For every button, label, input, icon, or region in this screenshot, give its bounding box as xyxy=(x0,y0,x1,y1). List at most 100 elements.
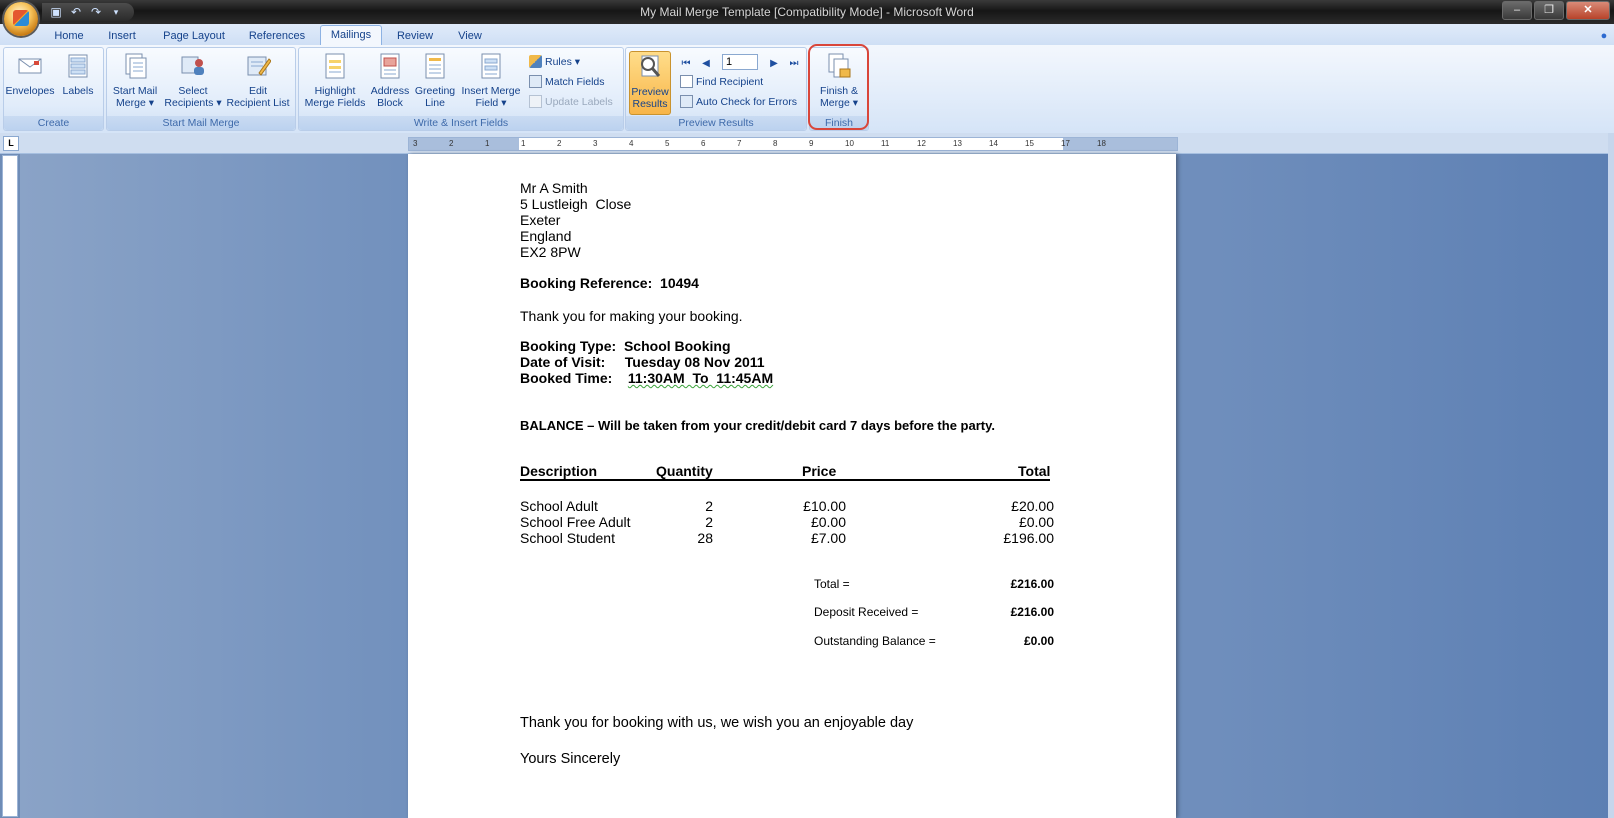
row-quantity: 28 xyxy=(697,530,713,546)
minimize-button[interactable]: – xyxy=(1502,1,1532,20)
document-page[interactable]: Mr A Smith 5 Lustleigh Close Exeter Engl… xyxy=(408,154,1176,818)
tab-view[interactable]: View xyxy=(449,27,491,45)
group-label-finish: Finish xyxy=(810,116,868,130)
ruler-number: 6 xyxy=(701,139,706,148)
labels-icon xyxy=(68,54,88,78)
balance-notice: BALANCE – Will be taken from your credit… xyxy=(520,418,995,433)
quick-access-toolbar: ▣ ↶ ↷ ▾ xyxy=(42,3,134,21)
select-recipients-button[interactable]: Select Recipients ▾ xyxy=(161,51,225,109)
tab-mailings[interactable]: Mailings xyxy=(320,25,382,46)
rules-button[interactable]: Rules ▾ xyxy=(529,54,580,70)
rules-label: Rules ▾ xyxy=(545,56,581,68)
edit-recipient-list-label-1: Edit xyxy=(248,85,268,97)
save-icon[interactable]: ▣ xyxy=(48,4,64,20)
group-label-create: Create xyxy=(4,116,103,130)
finish-merge-label-2: Merge ▾ xyxy=(820,97,858,109)
ruler-number: 17 xyxy=(1061,139,1070,148)
next-record-icon[interactable]: ▶ xyxy=(766,56,782,72)
ruler-number: 11 xyxy=(881,139,890,148)
highlight-merge-fields-label-1: Highlight xyxy=(314,85,356,97)
address-block-label-1: Address xyxy=(370,85,410,97)
labels-button[interactable]: Labels xyxy=(54,51,102,97)
ruler-number: 10 xyxy=(845,139,854,148)
vertical-ruler[interactable] xyxy=(2,155,18,817)
tab-home[interactable]: Home xyxy=(48,27,90,45)
horizontal-ruler[interactable]: 3 2 1 1 2 3 4 5 6 7 8 9 10 11 12 13 14 15 17 18 xyxy=(408,137,1178,151)
row-total: £0.00 xyxy=(1018,514,1054,530)
insert-merge-field-label-2: Field ▾ xyxy=(475,97,507,109)
update-labels-button[interactable]: Update Labels xyxy=(529,94,613,110)
greeting-line-button[interactable]: Greeting Line xyxy=(411,51,459,109)
row-description: School Free Adult xyxy=(520,514,631,530)
row-total: £20.00 xyxy=(1011,498,1054,514)
ruler-number: 3 xyxy=(413,139,418,148)
deposit-value: £216.00 xyxy=(1010,605,1054,619)
finish-merge-button[interactable]: Finish & Merge ▾ xyxy=(811,51,867,109)
greeting-line-label-1: Greeting xyxy=(414,85,456,97)
row-quantity: 2 xyxy=(705,498,713,514)
vertical-scrollbar[interactable] xyxy=(1608,133,1614,818)
restore-button[interactable]: ❐ xyxy=(1534,1,1564,20)
rules-icon xyxy=(529,55,542,68)
edit-recipient-list-button[interactable]: Edit Recipient List xyxy=(223,51,293,109)
edit-recipient-list-label-2: Recipient List xyxy=(226,97,290,109)
match-fields-icon xyxy=(529,75,542,88)
last-record-icon[interactable]: ⏭ xyxy=(786,56,802,72)
preview-results-label-2: Results xyxy=(632,98,668,110)
redo-icon[interactable]: ↷ xyxy=(88,4,104,20)
record-number-input[interactable] xyxy=(722,54,758,70)
start-mail-merge-button[interactable]: Start Mail Merge ▾ xyxy=(107,51,163,109)
highlight-merge-fields-button[interactable]: Highlight Merge Fields xyxy=(301,51,369,109)
tab-selector[interactable]: L xyxy=(3,136,19,151)
address-line-name: Mr A Smith xyxy=(520,180,588,196)
find-recipient-button[interactable]: Find Recipient xyxy=(680,74,763,90)
find-recipient-label: Find Recipient xyxy=(696,76,764,88)
ruler-number: 5 xyxy=(665,139,670,148)
preview-results-label-1: Preview xyxy=(631,86,669,98)
tab-references[interactable]: References xyxy=(244,27,310,45)
address-line-street: 5 Lustleigh Close xyxy=(520,196,632,212)
help-icon[interactable]: ● xyxy=(1598,27,1610,45)
close-button[interactable]: ✕ xyxy=(1566,1,1610,20)
group-create: Envelopes Labels Create xyxy=(3,47,104,131)
edit-recipient-list-icon xyxy=(247,56,271,76)
group-preview-results: Preview Results ⏮ ◀ ▶ ⏭ Find Recipient A… xyxy=(625,47,807,131)
start-mail-merge-icon xyxy=(125,53,147,79)
ruler-number: 13 xyxy=(953,139,962,148)
tab-insert[interactable]: Insert xyxy=(100,27,144,45)
ribbon: Envelopes Labels Create Start Mail Merge… xyxy=(0,45,1614,134)
group-label-write-insert-fields: Write & Insert Fields xyxy=(299,116,623,130)
table-header-description: Description xyxy=(520,463,598,479)
preview-results-button[interactable]: Preview Results xyxy=(629,51,671,115)
booking-type: Booking Type: School Booking xyxy=(520,338,731,354)
row-price: £7.00 xyxy=(810,530,846,546)
match-fields-button[interactable]: Match Fields xyxy=(529,74,605,90)
ruler-number: 7 xyxy=(737,139,742,148)
outstanding-value: £0.00 xyxy=(1023,634,1054,648)
envelopes-button[interactable]: Envelopes xyxy=(4,51,56,97)
office-button[interactable] xyxy=(4,2,38,36)
customize-qat-icon[interactable]: ▾ xyxy=(108,4,124,20)
select-recipients-label-1: Select xyxy=(178,85,208,97)
envelopes-label: Envelopes xyxy=(5,85,55,97)
greeting-line-label-2: Line xyxy=(425,97,445,109)
row-quantity: 2 xyxy=(705,514,713,530)
group-label-preview-results: Preview Results xyxy=(626,116,806,130)
first-record-icon[interactable]: ⏮ xyxy=(678,56,694,72)
ruler-number: 1 xyxy=(485,139,490,148)
address-line-city: Exeter xyxy=(520,212,561,228)
ruler-number: 14 xyxy=(989,139,998,148)
undo-icon[interactable]: ↶ xyxy=(68,4,84,20)
tab-page-layout[interactable]: Page Layout xyxy=(158,27,230,45)
group-label-start-mail-merge: Start Mail Merge xyxy=(107,116,295,130)
tab-review[interactable]: Review xyxy=(393,27,437,45)
total-value: £216.00 xyxy=(1010,577,1054,591)
address-block-button[interactable]: Address Block xyxy=(365,51,415,109)
update-labels-icon xyxy=(529,95,542,108)
auto-check-errors-button[interactable]: Auto Check for Errors xyxy=(680,94,797,110)
previous-record-icon[interactable]: ◀ xyxy=(698,56,714,72)
finish-merge-label-1: Finish & xyxy=(820,85,858,97)
ruler-number: 2 xyxy=(449,139,454,148)
booked-time-value: 11:30AM To 11:45AM xyxy=(627,370,774,386)
insert-merge-field-button[interactable]: Insert Merge Field ▾ xyxy=(457,51,525,109)
